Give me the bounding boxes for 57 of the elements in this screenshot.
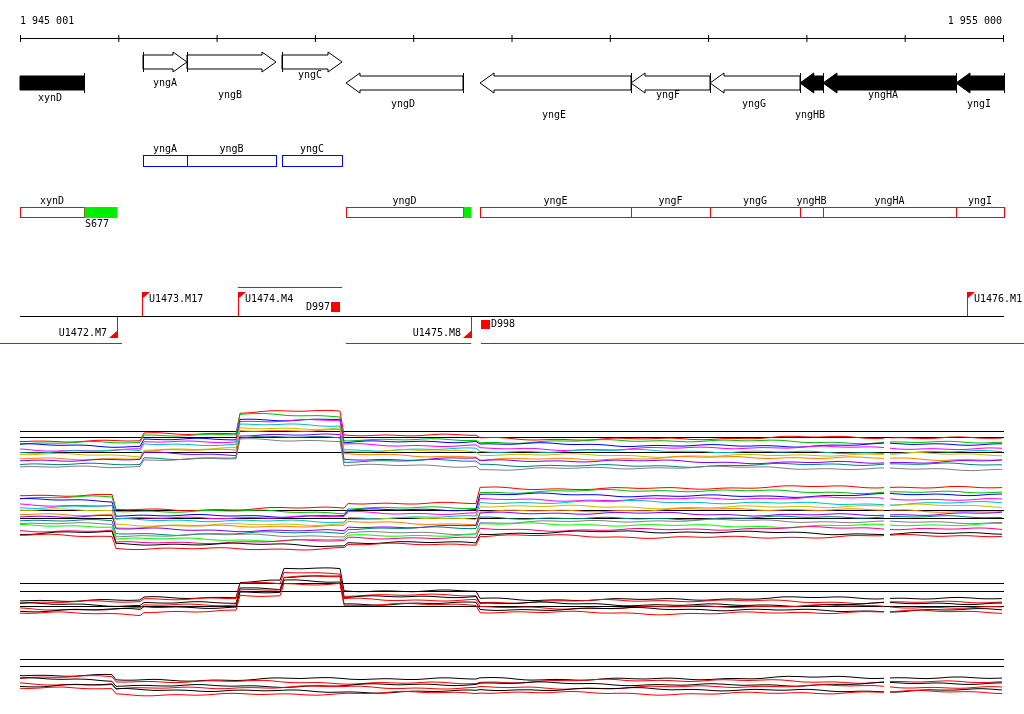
marker-label: U1474.M4	[245, 293, 294, 304]
transcript-label: yngE	[543, 195, 568, 206]
transcript-box[interactable]	[956, 207, 1005, 218]
gene-label: yngA	[152, 77, 178, 88]
transcript-label: yngI	[967, 195, 993, 206]
marker-label: U1475.M8	[412, 327, 461, 338]
marker-label: U1473.M17	[149, 293, 204, 304]
gene-label: yngE	[541, 109, 567, 120]
operon-label: yngA	[152, 143, 178, 154]
transcript-label: yngHA	[874, 195, 905, 206]
gene-arrow[interactable]	[186, 51, 277, 73]
transcript-box[interactable]	[480, 207, 632, 218]
flag-marker[interactable]	[967, 291, 975, 317]
terminator-label: S677	[84, 218, 110, 229]
transcript-label: yngF	[658, 195, 683, 206]
marker-label: U1472.M7	[58, 327, 107, 338]
transcript-box[interactable]	[823, 207, 957, 218]
marker-label: D997	[305, 301, 330, 312]
operon-box[interactable]	[282, 155, 343, 167]
gene-arrow[interactable]	[709, 72, 801, 94]
gene-label: yngC	[297, 69, 323, 80]
gene-label: yngF	[655, 89, 681, 100]
transcript-label: yngHB	[796, 195, 827, 206]
gene-label: yngHB	[794, 109, 826, 120]
transcript-box[interactable]	[346, 207, 464, 218]
terminator-segment	[463, 207, 472, 218]
transcript-label: yngG	[742, 195, 768, 206]
gene-arrow[interactable]	[955, 72, 1005, 94]
gene-arrow[interactable]	[142, 51, 188, 73]
operon-label: yngB	[219, 143, 244, 154]
coordinate-label: 1 955 000	[947, 15, 1002, 26]
gene-label: xynD	[37, 92, 63, 103]
operon-box[interactable]	[187, 155, 277, 167]
gene-label: yngI	[966, 98, 992, 109]
marker-block[interactable]	[481, 320, 490, 329]
gene-label: yngG	[741, 98, 767, 109]
flag-marker[interactable]	[109, 316, 118, 339]
coordinate-label: 1 945 001	[20, 15, 75, 26]
gene-label: yngB	[217, 89, 243, 100]
gene-label: yngD	[390, 98, 416, 109]
transcript-box[interactable]	[710, 207, 801, 218]
marker-label: D998	[491, 318, 516, 329]
flag-marker[interactable]	[142, 291, 150, 317]
marker-label: U1476.M1	[974, 293, 1023, 304]
transcript-box[interactable]	[20, 207, 85, 218]
flag-marker[interactable]	[463, 316, 472, 339]
transcript-box[interactable]	[631, 207, 711, 218]
marker-block[interactable]	[331, 302, 340, 312]
transcript-label: yngD	[392, 195, 417, 206]
transcript-label: xynD	[39, 195, 65, 206]
flag-marker[interactable]	[238, 291, 246, 317]
transcript-box[interactable]	[800, 207, 824, 218]
operon-box[interactable]	[143, 155, 188, 167]
gene-arrow[interactable]	[799, 72, 824, 94]
operon-label: yngC	[299, 143, 325, 154]
gene-label: yngHA	[867, 89, 899, 100]
terminator-segment	[84, 207, 118, 218]
